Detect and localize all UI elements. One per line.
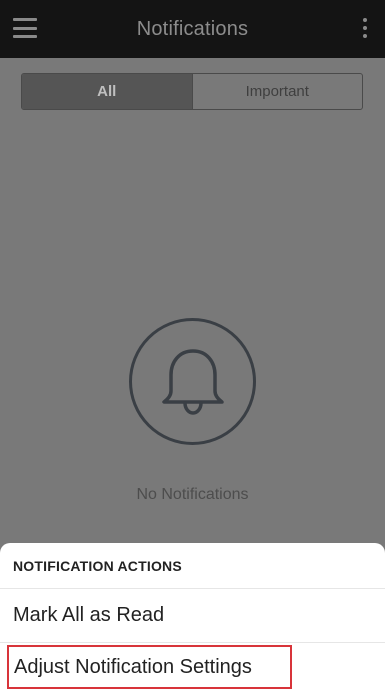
bell-icon xyxy=(161,348,224,415)
hamburger-menu-icon[interactable] xyxy=(13,18,37,38)
notification-actions-sheet: NOTIFICATION ACTIONS Mark All as Read Ad… xyxy=(0,543,385,698)
notification-filter-tabs: All Important xyxy=(21,73,363,110)
page-title: Notifications xyxy=(136,17,249,40)
adjust-notification-settings-option[interactable]: Adjust Notification Settings xyxy=(7,645,292,689)
more-vertical-icon[interactable] xyxy=(362,18,368,38)
tab-all[interactable]: All xyxy=(22,74,192,109)
sheet-header: NOTIFICATION ACTIONS xyxy=(0,543,385,589)
tab-important[interactable]: Important xyxy=(191,74,363,109)
empty-state-icon-circle xyxy=(129,318,256,445)
app-bar: Notifications xyxy=(0,0,385,58)
notifications-screen: Notifications All Important No Notificat… xyxy=(0,0,385,698)
empty-state-text: No Notifications xyxy=(136,486,249,503)
mark-all-read-option[interactable]: Mark All as Read xyxy=(0,589,385,643)
